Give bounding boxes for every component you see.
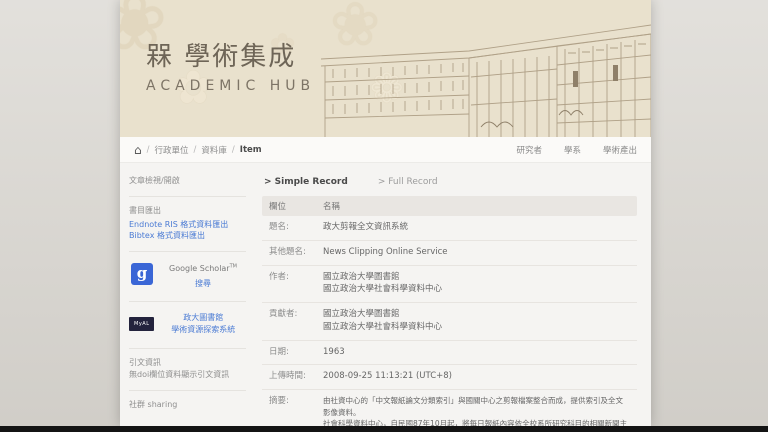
google-scholar-label: Google ScholarTM: [169, 262, 237, 273]
row-value: 由社資中心的「中文報紙論文分類索引」與國關中心之剪報檔案整合而成，提供索引及全文…: [323, 396, 628, 426]
tab-full-record[interactable]: > Full Record: [378, 177, 438, 187]
home-icon[interactable]: ⌂: [134, 144, 142, 156]
sidebar: 文章檢視/開啟 書目匯出 Endnote RIS 格式資料匯出 Bibtex 格式…: [120, 163, 254, 426]
row-label: 貢獻者:: [269, 309, 298, 319]
scholar-search-link[interactable]: 搜尋: [160, 278, 246, 290]
breadcrumb-item[interactable]: 行政單位: [155, 144, 189, 156]
table-row: 日期: 1963: [262, 341, 637, 366]
row-label: 摘要:: [269, 396, 289, 406]
sidebar-section-export: 書目匯出 Endnote RIS 格式資料匯出 Bibtex 格式資料匯出: [129, 196, 246, 251]
row-value: 國立政治大學圖書館 國立政治大學社會科學資料中心: [323, 271, 443, 295]
nav-links: 研究者 學系 學術產出: [516, 144, 637, 156]
taskbar-strip: [0, 426, 768, 432]
table-header: 欄位 名稱: [262, 196, 637, 216]
record-table-body: 題名: 政大剪報全文資訊系統其他題名: News Clipping Online S…: [262, 216, 637, 426]
row-value: 2008-09-25 11:13:21 (UTC+8): [323, 371, 452, 382]
sidebar-section-article-view: 文章檢視/開啟: [129, 167, 246, 196]
site-logo-chinese: 槑 學術集成: [146, 36, 315, 73]
table-row: 上傳時間: 2008-09-25 11:13:21 (UTC+8): [262, 365, 637, 390]
library-discovery-badge[interactable]: MyAL: [129, 317, 155, 332]
breadcrumb-separator: /: [193, 144, 197, 155]
table-row: 題名: 政大剪報全文資訊系統: [262, 216, 637, 241]
row-label: 上傳時間:: [269, 371, 306, 382]
content-area: 文章檢視/開啟 書目匯出 Endnote RIS 格式資料匯出 Bibtex 格式…: [120, 163, 651, 426]
site-banner: ❀ ✿ ❀ ❁ ✿ 槑 學術集成 ACADEMIC HUB: [120, 0, 651, 137]
record-tabs: > Simple Record > Full Record: [264, 177, 637, 187]
sharing-label: 社群 sharing: [129, 400, 178, 410]
logo-title-text: 學術集成: [184, 42, 297, 72]
tab-simple-record[interactable]: > Simple Record: [264, 177, 348, 187]
row-value: 政大剪報全文資訊系統: [323, 222, 409, 232]
citation-note: 無doi欄位資料顯示引文資訊: [129, 370, 230, 380]
google-scholar-icon[interactable]: g: [131, 262, 153, 285]
breadcrumb-separator: /: [146, 144, 150, 155]
row-value: News Clipping Online Service: [323, 246, 448, 257]
breadcrumb-item: Item: [239, 144, 262, 155]
navbar: ⌂ / 行政單位 / 資料庫 / Item 研究者 學系 學術產出: [120, 137, 651, 163]
row-label: 日期:: [269, 346, 289, 357]
library-discovery-link[interactable]: 政大圖書館 學術資源探索系統: [160, 312, 246, 338]
record-panel: > Simple Record > Full Record 欄位 名稱 題名: 政大…: [254, 163, 651, 426]
export-link[interactable]: Endnote RIS 格式資料匯出: [129, 220, 246, 231]
table-header-field: 欄位: [269, 202, 287, 212]
nav-link[interactable]: 學術產出: [603, 144, 637, 156]
row-label: 其他題名:: [269, 246, 306, 257]
table-row: 摘要: 由社資中心的「中文報紙論文分類索引」與國關中心之剪報檔案整合而成，提供索引…: [262, 390, 637, 426]
row-value: 1963: [323, 346, 345, 357]
breadcrumb-items: / 行政單位 / 資料庫 / Item: [147, 144, 262, 156]
sidebar-section-citation: 引文資訊 無doi欄位資料顯示引文資訊: [129, 348, 246, 390]
row-label: 題名:: [269, 222, 289, 232]
export-title: 書目匯出: [129, 206, 161, 215]
site-logo-english: ACADEMIC HUB: [146, 78, 316, 94]
export-links: Endnote RIS 格式資料匯出 Bibtex 格式資料匯出: [129, 220, 246, 242]
sidebar-section-scholar: g Google ScholarTM 搜尋: [129, 250, 246, 301]
table-row: 作者: 國立政治大學圖書館 國立政治大學社會科學資料中心: [262, 266, 637, 303]
breadcrumb-item[interactable]: 資料庫: [201, 144, 227, 156]
logo-emblem-glyph: 槑: [146, 42, 175, 72]
article-view-label[interactable]: 文章檢視/開啟: [129, 176, 180, 185]
citation-title: 引文資訊: [129, 358, 161, 368]
table-header-name: 名稱: [323, 202, 341, 212]
breadcrumb: ⌂ / 行政單位 / 資料庫 / Item: [134, 144, 262, 156]
sidebar-section-library: MyAL 政大圖書館 學術資源探索系統: [129, 300, 246, 349]
row-value: 國立政治大學圖書館 國立政治大學社會科學資料中心: [323, 309, 443, 332]
nav-link[interactable]: 研究者: [516, 144, 542, 156]
browser-page: ❀ ✿ ❀ ❁ ✿ 槑 學術集成 ACADEMIC HUB ⌂ / 行政單位 /…: [120, 0, 651, 426]
nav-link[interactable]: 學系: [564, 144, 581, 156]
row-label: 作者:: [269, 271, 289, 282]
desktop-background: ❀ ✿ ❀ ❁ ✿ 槑 學術集成 ACADEMIC HUB ⌂ / 行政單位 /…: [0, 0, 768, 432]
campus-building-illustration: [321, 24, 651, 137]
site-logo[interactable]: 槑 學術集成 ACADEMIC HUB: [146, 36, 315, 94]
export-link[interactable]: Bibtex 格式資料匯出: [129, 231, 246, 242]
table-row: 其他題名: News Clipping Online Service: [262, 241, 637, 266]
table-row: 貢獻者: 國立政治大學圖書館 國立政治大學社會科學資料中心: [262, 303, 637, 341]
sidebar-section-sharing: 社群 sharing: [129, 390, 246, 420]
breadcrumb-separator: /: [231, 144, 235, 155]
